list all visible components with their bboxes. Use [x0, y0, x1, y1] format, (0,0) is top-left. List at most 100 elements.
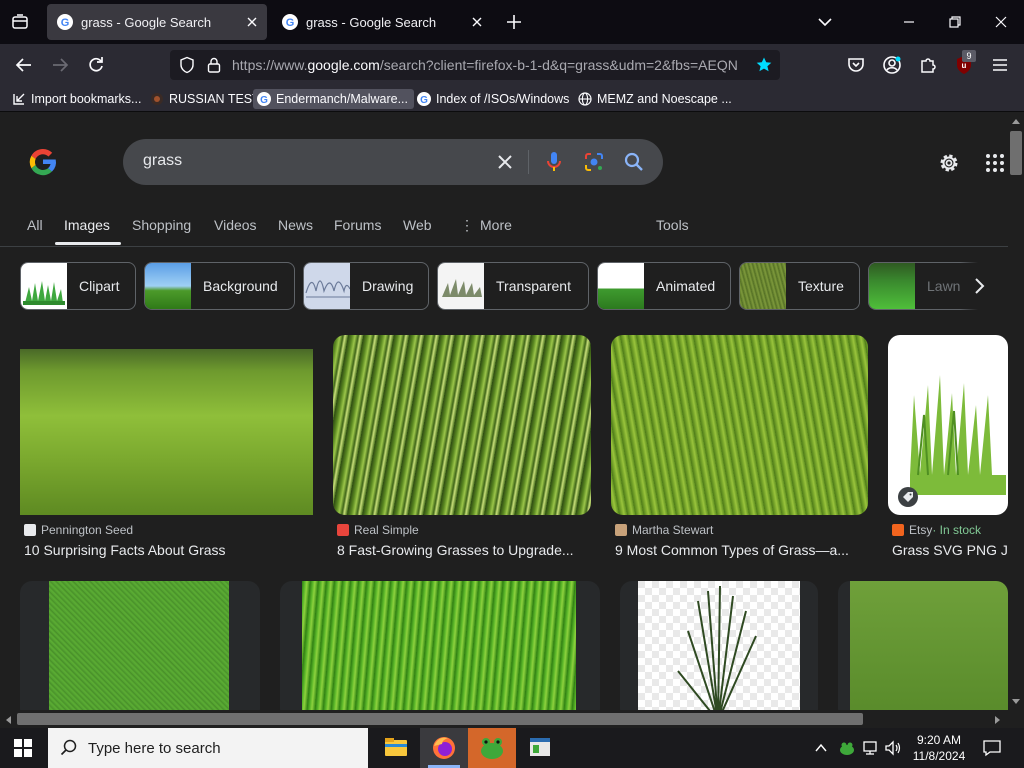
tab-shopping[interactable]: Shopping: [132, 217, 191, 233]
taskbar-search-box[interactable]: Type here to search: [48, 728, 368, 768]
close-tab-icon[interactable]: [470, 15, 484, 29]
drawing-thumbnail: [304, 263, 350, 309]
tab-news[interactable]: News: [278, 217, 313, 233]
bookmark-import[interactable]: Import bookmarks...: [8, 89, 141, 109]
tab-web[interactable]: Web: [403, 217, 432, 233]
scroll-left-arrow-icon[interactable]: [4, 715, 12, 725]
result-title[interactable]: 9 Most Common Types of Grass—a...: [615, 542, 868, 558]
minimize-window-icon[interactable]: [897, 10, 921, 34]
url-bar[interactable]: https://www.google.com/search?client=fir…: [170, 50, 780, 80]
new-tab-icon[interactable]: [505, 13, 523, 31]
taskbar-search-icon: [60, 739, 78, 757]
horizontal-scroll-thumb[interactable]: [17, 713, 863, 725]
forward-arrow-icon: [50, 55, 70, 75]
google-logo-icon[interactable]: [27, 146, 59, 178]
close-tab-icon[interactable]: [245, 15, 259, 29]
bookmark-site-icon: [150, 92, 164, 106]
scroll-up-arrow-icon[interactable]: [1011, 117, 1021, 125]
source-label: Martha Stewart: [632, 523, 714, 537]
result-image-row2-3[interactable]: [620, 581, 818, 710]
system-clock[interactable]: 9:20 AM 11/8/2024: [905, 732, 973, 764]
hamburger-menu-icon[interactable]: [990, 55, 1010, 75]
url-prefix: https://www.: [232, 57, 308, 73]
volume-icon[interactable]: [884, 740, 902, 756]
chip-texture[interactable]: Texture: [739, 262, 860, 310]
vertical-scrollbar[interactable]: [1008, 113, 1024, 710]
search-box[interactable]: grass: [123, 139, 663, 185]
google-favicon-icon: G: [417, 92, 431, 106]
result-image-marthastewart[interactable]: [611, 335, 868, 515]
result-source[interactable]: Martha Stewart: [615, 523, 713, 537]
tray-app-icon[interactable]: [838, 739, 856, 757]
tools-button[interactable]: Tools: [656, 217, 689, 233]
tab-grass-2[interactable]: G grass - Google Search: [272, 4, 492, 40]
settings-gear-icon[interactable]: [937, 151, 961, 175]
tab-videos[interactable]: Videos: [214, 217, 257, 233]
result-image-pennington[interactable]: [20, 335, 313, 515]
ublock-origin-icon[interactable]: u 9: [954, 50, 976, 76]
clock-time: 9:20 AM: [916, 733, 962, 747]
bookmark-memz[interactable]: MEMZ and Noescape ...: [574, 89, 732, 109]
chip-clipart[interactable]: Clipart: [20, 262, 136, 310]
horizontal-scrollbar[interactable]: [0, 710, 1024, 728]
chip-animated[interactable]: Animated: [597, 262, 731, 310]
chip-background[interactable]: Background: [144, 262, 295, 310]
bookmark-star-icon[interactable]: [755, 56, 773, 74]
tab-list-icon[interactable]: [10, 12, 30, 32]
url-text[interactable]: https://www.google.com/search?client=fir…: [232, 57, 747, 73]
taskbar-frog-app[interactable]: [468, 728, 516, 768]
result-title[interactable]: 10 Surprising Facts About Grass: [24, 542, 314, 558]
reload-icon[interactable]: [86, 55, 106, 75]
network-icon[interactable]: [862, 740, 880, 756]
tab-images[interactable]: Images: [64, 217, 110, 233]
bookmark-isos-windows[interactable]: G Index of /ISOs/Windows: [413, 89, 569, 109]
result-title[interactable]: 8 Fast-Growing Grasses to Upgrade...: [337, 542, 591, 558]
google-favicon-icon: G: [282, 14, 298, 30]
tab-forums[interactable]: Forums: [334, 217, 381, 233]
voice-search-mic-icon[interactable]: [544, 150, 564, 174]
account-icon[interactable]: [882, 55, 902, 75]
svg-text:u: u: [962, 61, 967, 70]
bookmark-russian-test[interactable]: RUSSIAN TEST: [146, 89, 260, 109]
result-image-etsy[interactable]: [888, 335, 1008, 515]
lock-icon[interactable]: [206, 56, 222, 74]
search-icon[interactable]: [623, 151, 645, 173]
scroll-right-arrow-icon[interactable]: [994, 715, 1002, 725]
chip-drawing[interactable]: Drawing: [303, 262, 429, 310]
search-query-text[interactable]: grass: [143, 152, 182, 170]
scroll-down-arrow-icon[interactable]: [1011, 698, 1021, 706]
google-apps-grid-icon[interactable]: [985, 153, 1005, 173]
taskbar-firefox[interactable]: [420, 728, 468, 768]
restore-window-icon[interactable]: [943, 10, 967, 34]
result-source[interactable]: Etsy · In stock: [892, 523, 981, 537]
result-image-realsimple[interactable]: [333, 335, 591, 515]
list-all-tabs-chevron-icon[interactable]: [816, 14, 834, 30]
clear-search-icon[interactable]: [495, 152, 515, 172]
tab-grass-1[interactable]: G grass - Google Search: [47, 4, 267, 40]
chip-transparent[interactable]: Transparent: [437, 262, 589, 310]
bookmark-endermanch[interactable]: G Endermanch/Malware...: [253, 89, 415, 109]
google-lens-icon[interactable]: [583, 151, 605, 173]
result-image-row2-2[interactable]: [280, 581, 600, 710]
chips-scroll-right-icon[interactable]: [960, 262, 1000, 310]
extensions-puzzle-icon[interactable]: [918, 55, 938, 75]
show-hidden-icons-chevron-icon[interactable]: [814, 741, 828, 755]
result-image-row2-1[interactable]: [20, 581, 260, 710]
result-image-row2-4[interactable]: [838, 581, 1008, 710]
tab-all[interactable]: All: [27, 217, 43, 233]
tab-more[interactable]: ⋮ More: [460, 217, 512, 234]
result-title[interactable]: Grass SVG PNG J...: [892, 542, 1008, 558]
tracking-protection-shield-icon[interactable]: [178, 56, 196, 74]
result-source[interactable]: Real Simple: [337, 523, 419, 537]
vertical-scroll-thumb[interactable]: [1010, 131, 1022, 175]
windows-start-icon[interactable]: [14, 739, 32, 757]
lawn-texture-image: [49, 581, 229, 710]
taskbar-file-explorer[interactable]: [372, 728, 420, 768]
notifications-icon[interactable]: [982, 739, 1002, 757]
back-arrow-icon[interactable]: [14, 55, 34, 75]
close-window-icon[interactable]: [989, 10, 1013, 34]
taskbar-window-app[interactable]: [516, 728, 564, 768]
pocket-icon[interactable]: [846, 55, 866, 75]
import-icon: [12, 92, 26, 106]
result-source[interactable]: Pennington Seed: [24, 523, 133, 537]
